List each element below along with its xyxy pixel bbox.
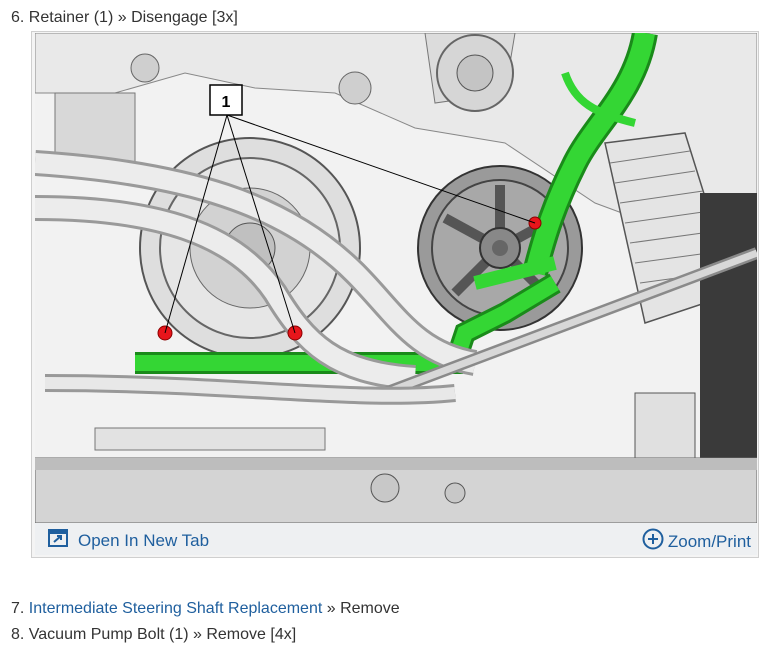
step-suffix: » Remove — [326, 600, 400, 617]
figure-panel: 1 Open In New Tab Zoom/Print — [31, 31, 759, 558]
open-new-tab-label: Open In New Tab — [78, 530, 210, 550]
open-new-tab-icon — [48, 529, 68, 552]
step-6: 6. Retainer (1) » Disengage [3x] — [11, 9, 238, 27]
step-7: 7. Intermediate Steering Shaft Replaceme… — [11, 600, 400, 618]
zoom-print-label: Zoom/Print — [667, 531, 751, 551]
step-text: Vacuum Pump Bolt (1) » Remove [4x] — [28, 626, 297, 643]
callout-label: 1 — [222, 94, 231, 111]
figure-toolbar: Open In New Tab Zoom/Print — [35, 523, 757, 555]
step-text: Retainer (1) » Disengage [3x] — [28, 9, 238, 26]
zoom-plus-icon — [642, 528, 664, 555]
open-new-tab-button[interactable]: Open In New Tab — [48, 529, 209, 552]
step-8: 8. Vacuum Pump Bolt (1) » Remove [4x] — [11, 626, 296, 644]
step-number: 8. — [11, 626, 25, 643]
engine-illustration[interactable]: 1 — [35, 33, 757, 523]
step-number: 6. — [11, 9, 25, 26]
intermediate-steering-shaft-link[interactable]: Intermediate Steering Shaft Replacement — [29, 600, 323, 617]
step-number: 7. — [11, 600, 25, 617]
zoom-print-button[interactable]: Zoom/Print — [642, 528, 751, 555]
